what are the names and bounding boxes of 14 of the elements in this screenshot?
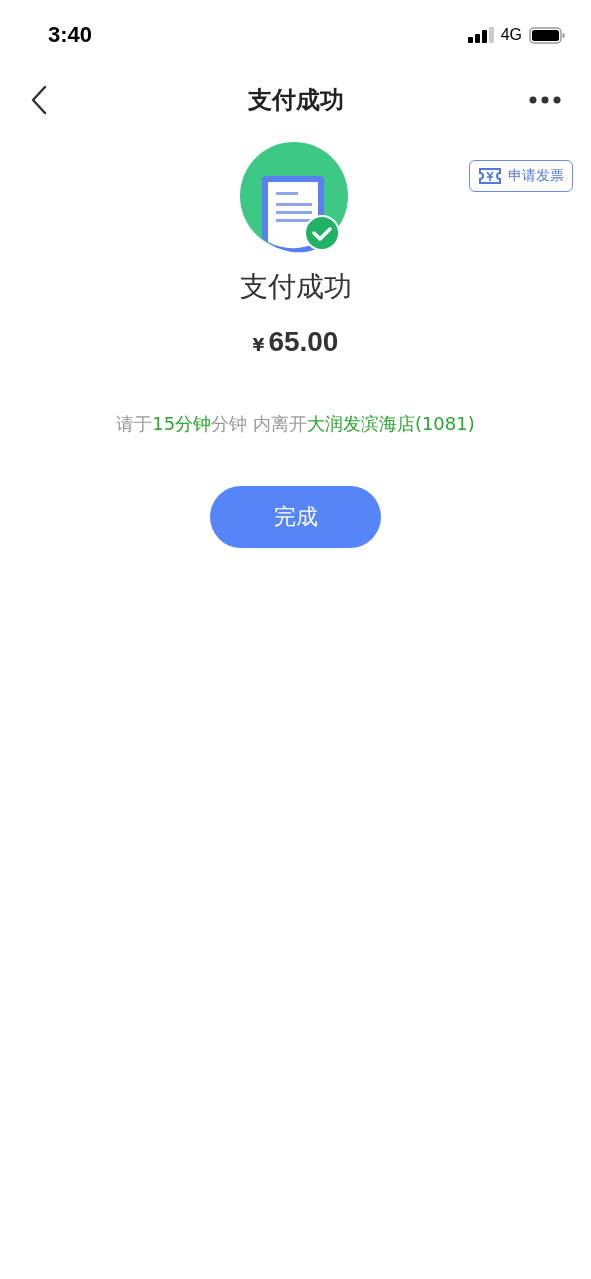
page-title: 支付成功	[247, 85, 344, 116]
leave-notice: 请于15分钟分钟 内离开大润发滨海店(1081)	[115, 412, 476, 436]
amount: 65.00	[268, 326, 339, 358]
invoice-button[interactable]: 申请发票	[469, 160, 573, 192]
done-button[interactable]: 完成	[210, 486, 381, 548]
result-title: 支付成功	[239, 269, 352, 305]
more-icon[interactable]	[529, 96, 561, 104]
back-icon[interactable]	[30, 85, 48, 115]
currency-symbol: ¥	[252, 335, 265, 355]
battery-icon	[529, 26, 565, 44]
network-label: 4G	[500, 26, 522, 44]
ticket-icon	[478, 167, 502, 185]
status-time: 3:40	[48, 22, 93, 48]
signal-icon	[467, 27, 494, 43]
